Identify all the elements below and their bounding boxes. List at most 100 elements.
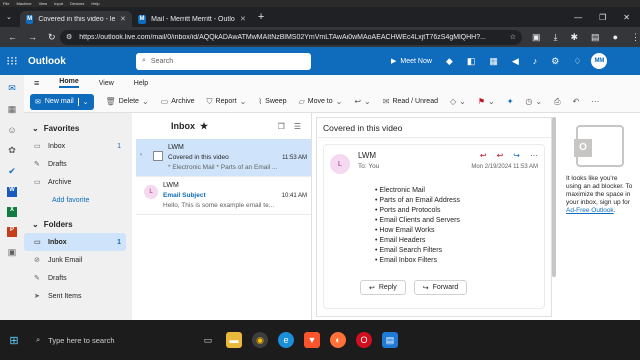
read-unread-button[interactable]: ✉ Read / Unread — [383, 97, 438, 106]
megaphone-icon[interactable]: ◀ — [512, 56, 519, 67]
print-button[interactable]: ⎙ — [554, 97, 560, 107]
more-icon[interactable]: ⋯ — [530, 151, 538, 160]
fav-item-drafts[interactable]: ✎ Drafts — [24, 155, 126, 173]
folder-item-inbox[interactable]: ▭ Inbox 1 — [24, 233, 126, 251]
meet-now-button[interactable]: ▶ Meet Now — [391, 57, 432, 66]
word-icon[interactable]: W — [7, 187, 17, 197]
close-window-icon[interactable]: ✕ — [623, 13, 630, 22]
fav-item-inbox[interactable]: ▭ Inbox 1 — [24, 137, 126, 155]
folder-item-junk[interactable]: ⊘ Junk Email — [24, 251, 126, 269]
powerpoint-icon[interactable]: P — [7, 227, 17, 237]
calendar-icon[interactable]: ▦ — [489, 56, 498, 67]
new-mail-button[interactable]: ✉ New mail ⌄ — [30, 93, 94, 110]
vm-menu-file[interactable]: File — [3, 1, 9, 6]
groups-icon[interactable]: ✿ — [8, 145, 16, 156]
app-launcher-icon[interactable]: ⁝⁝⁝ — [0, 54, 24, 68]
search-input[interactable]: ⌕ Search — [136, 52, 311, 70]
tab-help[interactable]: Help — [134, 80, 148, 87]
maximize-icon[interactable]: ❐ — [599, 13, 606, 22]
minimize-icon[interactable]: — — [574, 13, 582, 22]
side-panel-icon[interactable]: ▤ — [591, 32, 600, 43]
back-icon[interactable]: ← — [8, 32, 17, 43]
close-tab-icon[interactable]: ✕ — [120, 15, 126, 23]
add-favorite-link[interactable]: Add favorite — [24, 191, 132, 209]
gear-icon[interactable]: ⚙ — [551, 56, 559, 67]
teams-icon[interactable]: ◆ — [446, 56, 453, 67]
new-tab-icon[interactable]: + — [258, 11, 264, 23]
forward-icon[interactable]: → — [28, 32, 37, 43]
tag-button[interactable]: ◇ ⌄ — [450, 97, 466, 106]
flag-button[interactable]: ⚑ ⌄ — [478, 97, 495, 106]
folders-header[interactable]: ⌄ Folders — [24, 215, 132, 233]
sender-name[interactable]: LWM — [358, 151, 379, 160]
edge-icon[interactable]: e — [278, 332, 294, 348]
sweep-button[interactable]: ⌇ Sweep — [258, 97, 286, 106]
outlook-brand[interactable]: Outlook — [28, 56, 136, 67]
tab-home[interactable]: Home — [59, 78, 79, 88]
taskbar-search[interactable]: ⌕ Type here to search — [28, 326, 170, 354]
reply-all-icon[interactable]: ↩ — [497, 151, 504, 160]
people-icon[interactable]: ☺ — [7, 125, 16, 135]
filter-icon[interactable]: ☰ — [294, 122, 301, 131]
app-icon[interactable]: ▤ — [382, 332, 398, 348]
mail-icon[interactable]: ✉ — [8, 83, 16, 94]
forward-icon[interactable]: ↪ — [513, 151, 520, 160]
bell-icon[interactable]: ♪ — [533, 56, 538, 67]
select-checkbox[interactable] — [153, 151, 163, 161]
opera-icon[interactable]: O — [356, 332, 372, 348]
fav-item-archive[interactable]: ▭ Archive — [24, 173, 126, 191]
reply-all-button[interactable]: ↩ ⌄ — [354, 97, 370, 106]
vm-menu-help[interactable]: Help — [91, 1, 99, 6]
delete-button[interactable]: 🗑 Delete ⌄ — [106, 97, 149, 106]
reload-icon[interactable]: ↻ — [48, 32, 56, 43]
move-to-button[interactable]: ▱ Move to ⌄ — [299, 97, 343, 106]
windows-start-icon[interactable]: ⊞ — [0, 334, 28, 347]
address-bar[interactable]: ⚙ https://outlook.live.com/mail/0/inbox/… — [60, 29, 522, 45]
extension-icon[interactable]: ▣ — [532, 32, 541, 43]
reading-scrollbar[interactable] — [552, 117, 556, 277]
ad-free-link[interactable]: Ad-Free Outlook — [566, 207, 614, 214]
folder-item-sent[interactable]: ➤ Sent Items — [24, 287, 126, 305]
profile-icon[interactable]: ● — [613, 32, 618, 43]
chevron-right-icon[interactable]: › — [140, 152, 146, 172]
avatar[interactable]: MM — [591, 53, 608, 69]
browser-tab-mail[interactable]: M Mail - Merritt Merritt - Outlook ✕ — [132, 11, 252, 27]
vm-menu-input[interactable]: Input — [54, 1, 63, 6]
task-view-icon[interactable]: ▭ — [200, 332, 216, 348]
close-tab-icon[interactable]: ✕ — [240, 15, 246, 23]
list-item[interactable]: L LWM Email Subject 10:41 AM Hello, This … — [136, 177, 311, 215]
favorite-star-icon[interactable]: ★ — [200, 121, 208, 132]
snooze-button[interactable]: ◷ ⌄ — [525, 97, 542, 106]
onenote-icon[interactable]: ◧ — [467, 56, 476, 67]
chevron-down-icon[interactable]: ⌄ — [77, 97, 89, 106]
vm-menu-machine[interactable]: Machine — [16, 1, 31, 6]
download-icon[interactable]: ⤓ — [554, 32, 558, 43]
reply-button[interactable]: ↩ Reply — [360, 280, 406, 295]
folder-item-drafts[interactable]: ✎ Drafts — [24, 269, 126, 287]
file-explorer-icon[interactable]: ▬ — [226, 332, 242, 348]
tab-view[interactable]: View — [99, 80, 114, 87]
browser-tab-covered[interactable]: M Covered in this video - learnin ✕ — [19, 11, 132, 27]
hamburger-icon[interactable]: ≡ — [34, 78, 39, 88]
lightbulb-icon[interactable]: ♢ — [573, 56, 581, 67]
reply-icon[interactable]: ↩ — [480, 151, 487, 160]
report-button[interactable]: ⛉ Report ⌄ — [207, 97, 247, 107]
pin-button[interactable]: ✦ — [507, 97, 514, 106]
select-icon[interactable]: ❐ — [278, 122, 285, 131]
chrome-icon[interactable]: ◉ — [252, 332, 268, 348]
recipient[interactable]: You — [368, 163, 379, 170]
list-item[interactable]: › LWM Covered in this video 11:53 AM * El… — [136, 139, 311, 177]
more-apps-icon[interactable]: ▣ — [8, 247, 17, 258]
bookmark-star-icon[interactable]: ☆ — [510, 33, 516, 41]
undo-button[interactable]: ↶ — [573, 97, 580, 106]
extensions-puzzle-icon[interactable]: ✱ — [571, 32, 579, 43]
forward-button[interactable]: ↪ Forward — [413, 280, 468, 295]
chrome-menu-icon[interactable]: ⋮ — [631, 32, 640, 43]
vm-menu-devices[interactable]: Devices — [70, 1, 84, 6]
excel-icon[interactable]: X — [7, 207, 17, 217]
tab-list-icon[interactable]: ⌄ — [0, 13, 20, 21]
brave-icon[interactable]: ▼ — [304, 332, 320, 348]
firefox-icon[interactable]: ◐ — [330, 332, 346, 348]
calendar-rail-icon[interactable]: ▦ — [8, 104, 17, 115]
vm-menu-view[interactable]: View — [39, 1, 48, 6]
